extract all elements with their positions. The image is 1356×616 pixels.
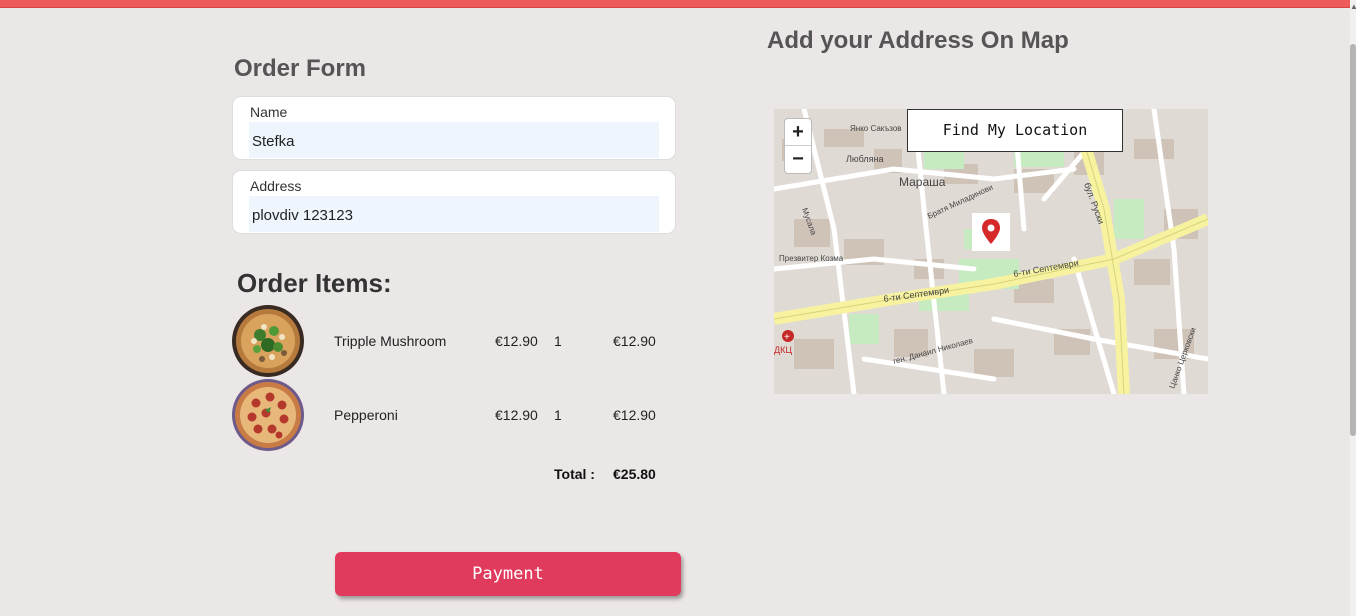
page-scrollbar[interactable]: ▲ bbox=[1350, 0, 1356, 616]
item-quantity: 1 bbox=[554, 333, 562, 349]
name-input[interactable] bbox=[249, 122, 659, 158]
item-name: Pepperoni bbox=[334, 407, 398, 423]
top-accent-bar bbox=[0, 0, 1350, 8]
item-total: €12.90 bbox=[613, 407, 656, 423]
order-item-row: Tripple Mushroom €12.90 1 €12.90 bbox=[232, 305, 672, 377]
map-title: Add your Address On Map bbox=[767, 27, 1069, 54]
total-value: €25.80 bbox=[613, 466, 656, 482]
zoom-control: + − bbox=[784, 118, 812, 174]
name-label: Name bbox=[250, 104, 288, 120]
address-map[interactable]: Марашa Люблянa Янко Сакъзов Презвитер Ко… bbox=[774, 109, 1208, 394]
address-label: Address bbox=[250, 178, 302, 194]
order-item-row: Pepperoni €12.90 1 €12.90 bbox=[232, 379, 672, 451]
pepperoni-pizza-image bbox=[232, 379, 304, 451]
scroll-thumb[interactable] bbox=[1350, 44, 1356, 436]
zoom-in-button[interactable]: + bbox=[785, 119, 811, 146]
address-field: Address bbox=[232, 170, 676, 234]
order-form-title: Order Form bbox=[234, 55, 367, 82]
total-label: Total : bbox=[554, 466, 595, 482]
map-label: Презвитер Козма bbox=[779, 254, 844, 263]
map-label: Янко Сакъзов bbox=[850, 124, 902, 133]
item-total: €12.90 bbox=[613, 333, 656, 349]
order-items-title: Order Items: bbox=[237, 268, 392, 298]
svg-text:+: + bbox=[784, 332, 790, 343]
mushroom-pizza-image bbox=[232, 305, 304, 377]
zoom-out-button[interactable]: − bbox=[785, 146, 811, 173]
item-price: €12.90 bbox=[495, 407, 538, 423]
scroll-up-arrow-icon[interactable]: ▲ bbox=[1350, 0, 1356, 14]
address-input[interactable] bbox=[249, 196, 659, 232]
map-label: Люблянa bbox=[846, 154, 884, 164]
map-label: ДКЦ bbox=[774, 345, 792, 355]
item-quantity: 1 bbox=[554, 407, 562, 423]
map-marker-icon[interactable] bbox=[972, 213, 1010, 251]
name-field: Name bbox=[232, 96, 676, 160]
payment-button[interactable]: Payment bbox=[335, 552, 681, 596]
item-name: Tripple Mushroom bbox=[334, 333, 447, 349]
map-label: Марашa bbox=[899, 175, 946, 189]
item-price: €12.90 bbox=[495, 333, 538, 349]
find-my-location-button[interactable]: Find My Location bbox=[907, 109, 1123, 152]
